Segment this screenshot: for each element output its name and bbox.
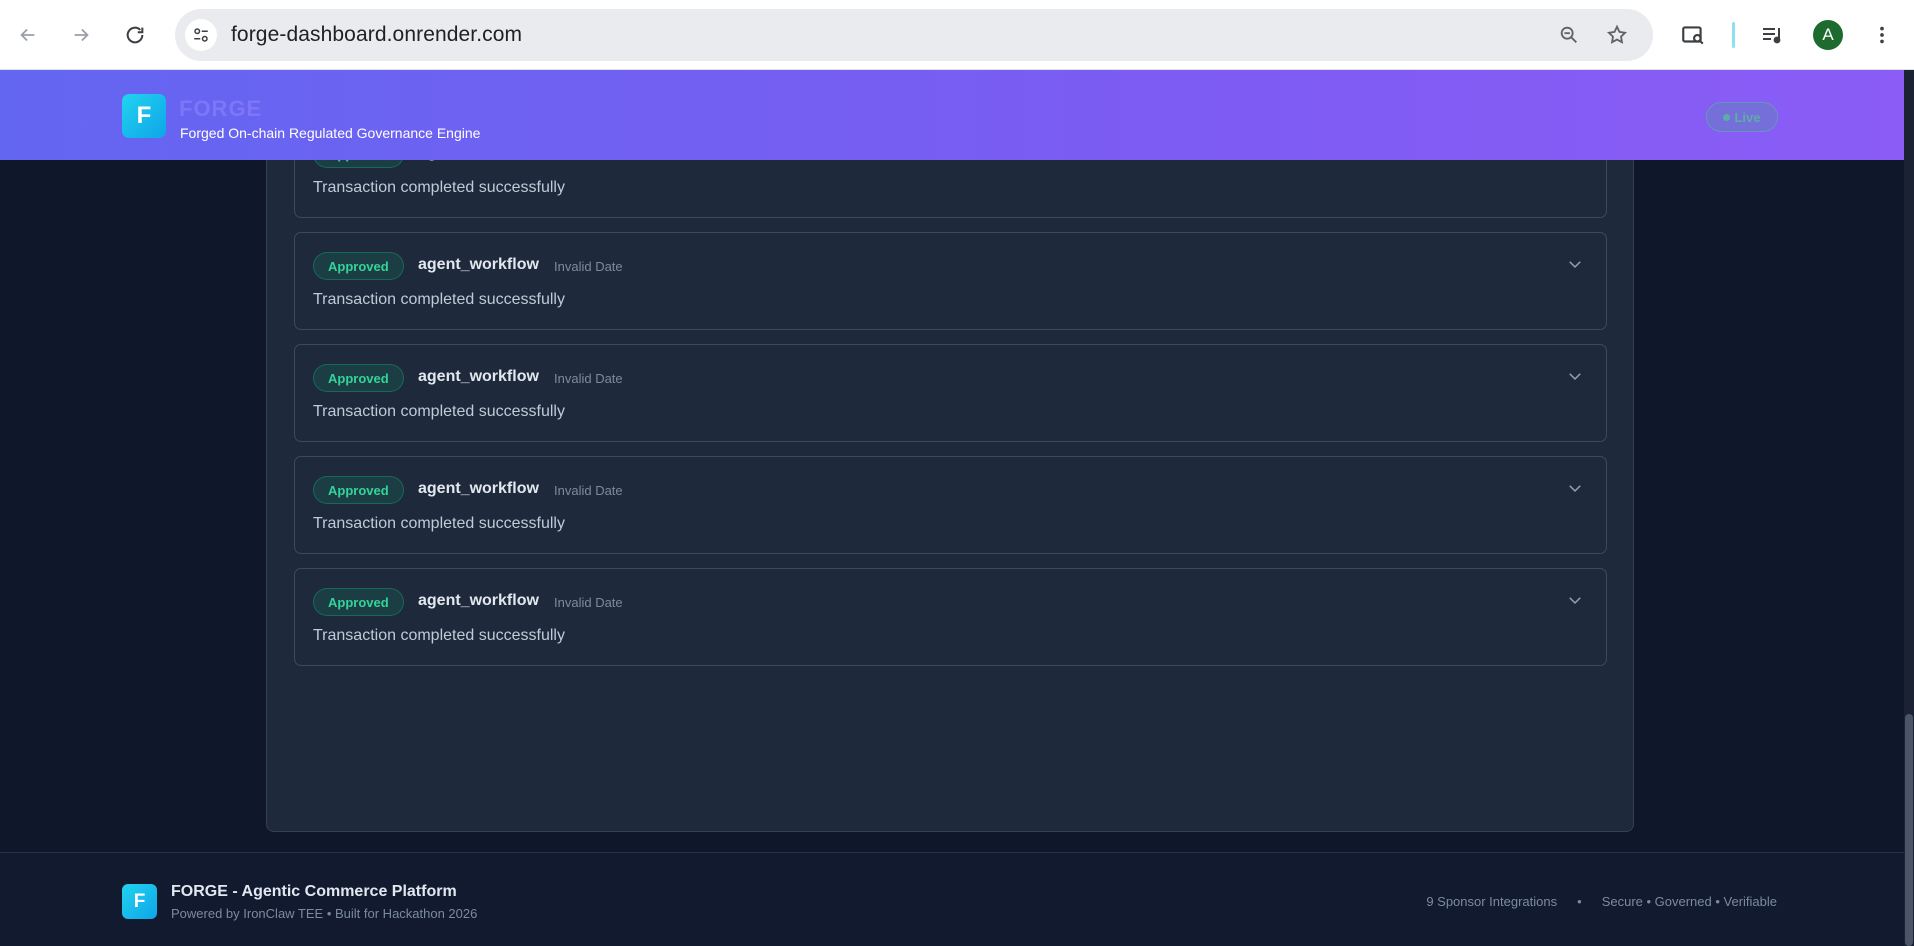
live-dot-icon (1723, 113, 1731, 121)
footer-title: FORGE - Agentic Commerce Platform (171, 883, 457, 900)
transaction-date: Invalid Date (554, 483, 623, 498)
back-arrow-icon (20, 28, 35, 42)
profile-avatar[interactable]: A (1813, 20, 1843, 50)
live-status-badge: Live (1706, 102, 1778, 132)
brand-tagline: Forged On-chain Regulated Governance Eng… (180, 125, 481, 141)
back-button[interactable] (10, 17, 46, 53)
transaction-message: Transaction completed successfully (313, 291, 565, 308)
transaction-date: Invalid Date (554, 259, 623, 274)
bookmark-star-icon[interactable] (1603, 21, 1631, 49)
scrollbar-thumb[interactable] (1905, 714, 1913, 946)
media-controls-icon[interactable] (1754, 17, 1790, 53)
transaction-date: Invalid Date (554, 595, 623, 610)
reload-icon (126, 26, 144, 44)
transactions-panel: Approved agent_workflow Invalid Date Transa… (266, 70, 1634, 832)
transaction-message: Transaction completed successfully (313, 627, 565, 644)
transaction-card[interactable]: Approved agent_workflow Invalid Date Transa… (294, 568, 1607, 666)
zoom-icon[interactable] (1555, 21, 1583, 49)
transaction-type: agent_workflow (418, 256, 539, 273)
transaction-card[interactable]: Approved agent_workflow Invalid Date Transa… (294, 344, 1607, 442)
live-label: Live (1734, 109, 1761, 125)
page-scrollbar[interactable] (1904, 70, 1914, 946)
page-footer: F FORGE - Agentic Commerce Platform Powe… (0, 852, 1904, 946)
site-info-icon[interactable] (185, 19, 217, 51)
footer-separator: • (1577, 894, 1582, 909)
footer-meta: 9 Sponsor Integrations • Secure • Govern… (1426, 894, 1777, 909)
transaction-card[interactable]: Approved agent_workflow Invalid Date Transa… (294, 456, 1607, 554)
brand-name: FORGE (179, 96, 263, 121)
toolbar-divider (1732, 22, 1735, 48)
transaction-date: Invalid Date (554, 371, 623, 386)
chevron-down-icon[interactable] (1564, 253, 1586, 275)
app-header: F FORGE Forged On-chain Regulated Govern… (0, 70, 1904, 160)
chevron-down-icon[interactable] (1564, 365, 1586, 387)
forward-button[interactable] (63, 17, 99, 53)
transaction-type: agent_workflow (418, 592, 539, 609)
transaction-type: agent_workflow (418, 368, 539, 385)
footer-logo: F (122, 884, 157, 919)
sponsor-count: 9 Sponsor Integrations (1426, 894, 1558, 909)
status-badge: Approved (313, 588, 404, 616)
transaction-type: agent_workflow (418, 480, 539, 497)
transaction-message: Transaction completed successfully (313, 515, 565, 532)
browser-toolbar: forge-dashboard.onrender.com A (0, 0, 1914, 70)
footer-subtitle: Powered by IronClaw TEE • Built for Hack… (171, 906, 478, 921)
more-menu-icon[interactable] (1864, 17, 1900, 53)
footer-tagline: Secure • Governed • Verifiable (1601, 894, 1777, 909)
forge-logo: F (122, 94, 166, 138)
tab-search-icon[interactable] (1675, 17, 1711, 53)
transaction-card[interactable]: Approved agent_workflow Invalid Date Transa… (294, 232, 1607, 330)
status-badge: Approved (313, 252, 404, 280)
status-badge: Approved (313, 476, 404, 504)
reload-button[interactable] (117, 17, 153, 53)
chevron-down-icon[interactable] (1564, 589, 1586, 611)
transaction-message: Transaction completed successfully (313, 179, 565, 196)
address-bar[interactable]: forge-dashboard.onrender.com (175, 9, 1653, 61)
transaction-message: Transaction completed successfully (313, 403, 565, 420)
status-badge: Approved (313, 364, 404, 392)
url-text[interactable]: forge-dashboard.onrender.com (231, 23, 522, 47)
page-viewport: Approved agent_workflow Invalid Date Transa… (0, 70, 1914, 946)
forward-arrow-icon (74, 28, 89, 42)
chevron-down-icon[interactable] (1564, 477, 1586, 499)
